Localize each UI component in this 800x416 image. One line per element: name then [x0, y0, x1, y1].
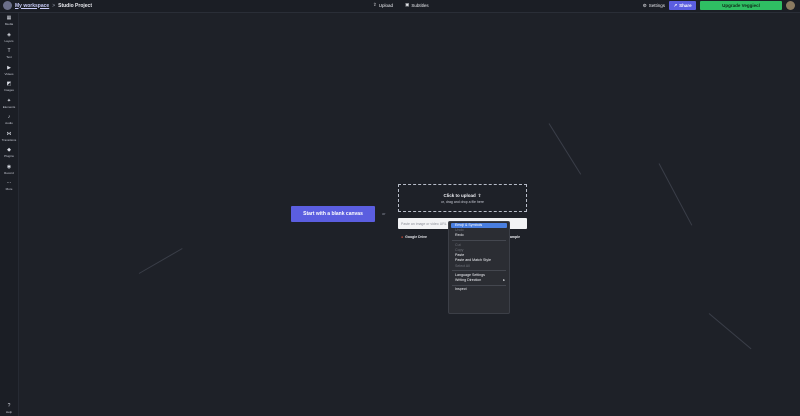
top-bar: My workspace > Studio Project ⇪ Upload ▣…: [0, 0, 800, 13]
text-icon: T: [7, 48, 11, 55]
workspace-link[interactable]: My workspace: [15, 3, 49, 9]
sidebar-item-label: More: [5, 187, 13, 192]
menu-item-writing-direction[interactable]: Writing Direction ▸: [449, 278, 509, 283]
sidebar-item-more[interactable]: ⋯ More: [0, 178, 18, 195]
upload-button[interactable]: ⇪ Upload: [373, 2, 393, 8]
layers-icon: ◈: [7, 31, 11, 38]
menu-item-redo[interactable]: Redo: [449, 233, 509, 238]
videos-icon: ▶: [7, 64, 11, 71]
menu-separator: [452, 270, 506, 272]
breadcrumb-separator: >: [52, 2, 56, 9]
source-options: ● Google Drive: [401, 235, 427, 239]
sidebar-item-label: Audio: [5, 121, 13, 126]
upload-label: Upload: [378, 2, 394, 8]
upload-icon: ⇪: [373, 2, 377, 7]
canvas-area: [19, 13, 800, 416]
context-menu: Emoji & Symbols Undo Redo Cut Copy Paste…: [448, 221, 510, 314]
share-button[interactable]: ↗ Share: [669, 1, 696, 10]
workspace-logo-icon[interactable]: [3, 1, 12, 10]
sidebar-item-text[interactable]: T Text: [0, 46, 18, 63]
elements-icon: ✦: [6, 97, 12, 104]
record-icon: ◉: [6, 163, 12, 170]
avatar[interactable]: [786, 1, 795, 10]
menu-item-inspect[interactable]: Inspect: [449, 287, 509, 292]
menu-item-select-all: Select All: [455, 263, 470, 268]
help-label: Help: [5, 410, 13, 414]
google-drive-icon: ●: [401, 235, 404, 239]
top-right-actions: ⚙ Settings ↗ Share Upgrade Veggiecl: [643, 1, 795, 10]
sidebar: ▦ Media ◈ Layers T Text ▶ Videos ◩ Images ✦ El…: [0, 13, 19, 416]
chevron-right-icon: ▸: [503, 278, 505, 283]
settings-button[interactable]: ⚙ Settings: [643, 3, 665, 9]
sidebar-item-videos[interactable]: ▶ Videos: [0, 63, 18, 80]
sidebar-item-media[interactable]: ▦ Media: [0, 13, 18, 30]
plugins-icon: ◆: [7, 147, 11, 154]
subtitles-button[interactable]: ▣ Subtitles: [405, 2, 429, 8]
or-label: or: [382, 211, 386, 216]
upload-dropzone[interactable]: Click to upload ⇪ or, drag and drop a fi…: [398, 184, 527, 212]
sidebar-item-audio[interactable]: ♪ Audio: [0, 112, 18, 129]
sidebar-item-elements[interactable]: ✦ Elements: [0, 96, 18, 113]
sidebar-item-images[interactable]: ◩ Images: [0, 79, 18, 96]
top-actions: ⇪ Upload ▣ Subtitles: [373, 2, 429, 8]
menu-separator: [452, 284, 506, 286]
settings-label: Settings: [648, 3, 665, 8]
blank-canvas-button[interactable]: Start with a blank canvas: [291, 206, 375, 222]
gear-icon: ⚙: [642, 2, 647, 8]
sidebar-item-label: Record: [4, 170, 14, 175]
upgrade-button[interactable]: Upgrade Veggiecl: [700, 1, 782, 10]
sidebar-item-label: Images: [4, 88, 14, 93]
sidebar-item-layers[interactable]: ◈ Layers: [0, 30, 18, 47]
help-icon: ?: [7, 403, 11, 409]
sidebar-item-label: Videos: [4, 71, 14, 76]
project-name[interactable]: Studio Project: [58, 3, 92, 9]
sidebar-item-label: Transitions: [1, 137, 17, 142]
sidebar-item-record[interactable]: ◉ Record: [0, 162, 18, 179]
google-drive-button[interactable]: ● Google Drive: [401, 235, 427, 239]
breadcrumb: My workspace > Studio Project: [3, 1, 92, 10]
subtitles-icon: ▣: [405, 2, 410, 7]
google-drive-label: Google Drive: [405, 235, 427, 239]
menu-separator: [452, 240, 506, 242]
share-icon: ↗: [673, 2, 678, 8]
sidebar-item-label: Media: [4, 22, 14, 27]
sidebar-item-plugins[interactable]: ◆ Plugins: [0, 145, 18, 162]
upload-title-label: Click to upload: [443, 193, 476, 198]
sidebar-list: ▦ Media ◈ Layers T Text ▶ Videos ◩ Images ✦ El…: [0, 13, 18, 195]
media-icon: ▦: [6, 15, 12, 22]
audio-icon: ♪: [7, 114, 11, 121]
sidebar-item-label: Elements: [2, 104, 16, 109]
images-icon: ◩: [6, 81, 12, 88]
more-icon: ⋯: [6, 180, 12, 187]
sidebar-item-transitions[interactable]: ⋈ Transitions: [0, 129, 18, 146]
sidebar-item-label: Text: [6, 55, 12, 60]
share-label: Share: [679, 3, 692, 8]
transitions-icon: ⋈: [6, 130, 12, 137]
upload-icon: ⇪: [477, 192, 482, 198]
sidebar-item-label: Layers: [4, 38, 14, 43]
sidebar-item-label: Plugins: [4, 154, 14, 159]
menu-item-label: Writing Direction: [455, 278, 482, 283]
subtitles-label: Subtitles: [411, 2, 429, 8]
upload-subtitle: or, drag and drop a file here: [440, 199, 484, 204]
help-button[interactable]: ? Help: [0, 403, 18, 415]
upload-title: Click to upload ⇪: [443, 193, 481, 199]
